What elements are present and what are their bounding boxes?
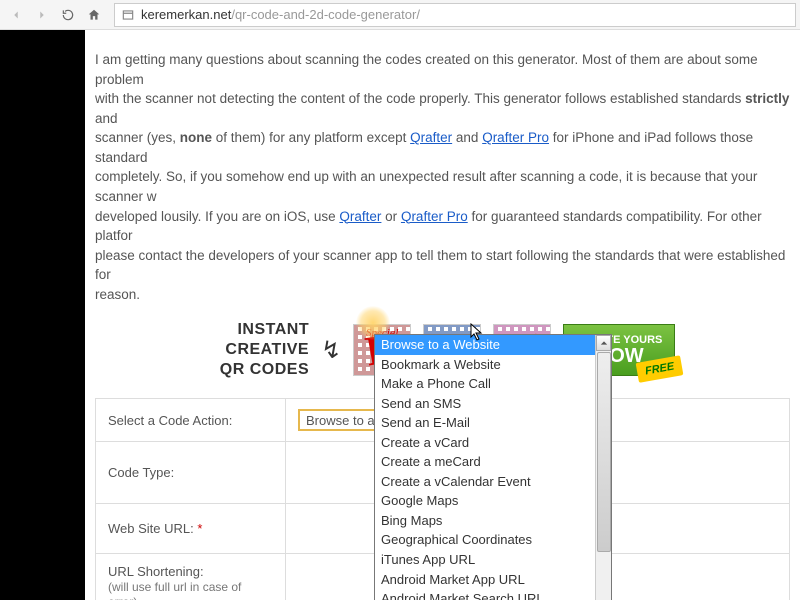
arrow-icon: ↯ — [321, 336, 341, 365]
intro-text: completely. So, if you somehow end up wi… — [95, 169, 757, 204]
main-content: I am getting many questions about scanni… — [85, 30, 800, 600]
dropdown-option[interactable]: Android Market App URL — [375, 570, 611, 590]
dropdown-option[interactable]: Bing Maps — [375, 511, 611, 531]
label-url-shortening: URL Shortening:(will use full url in cas… — [96, 554, 286, 600]
forward-button[interactable] — [30, 3, 54, 27]
back-button[interactable] — [4, 3, 28, 27]
label-code-type: Code Type: — [96, 442, 286, 504]
intro-text: with the scanner not detecting the conte… — [95, 91, 745, 106]
intro-text: scanner (yes, — [95, 130, 180, 145]
url-path: /qr-code-and-2d-code-generator/ — [231, 7, 420, 22]
reload-button[interactable] — [56, 3, 80, 27]
intro-paragraph: I am getting many questions about scanni… — [95, 50, 800, 304]
label-text: Web Site URL: — [108, 521, 197, 536]
intro-text: of them) for any platform except — [212, 130, 410, 145]
banner-line: CREATIVE — [225, 341, 309, 358]
dropdown-option[interactable]: Geographical Coordinates — [375, 530, 611, 550]
intro-text: I am getting many questions about scanni… — [95, 52, 758, 87]
banner-line: QR CODES — [220, 361, 309, 378]
intro-text: please contact the developers of your sc… — [95, 248, 785, 283]
dropdown-option[interactable]: Create a vCard — [375, 433, 611, 453]
dropdown-option[interactable]: Browse to a Website — [375, 335, 611, 355]
dropdown-option[interactable]: Bookmark a Website — [375, 355, 611, 375]
left-sidebar — [0, 30, 85, 600]
required-marker: * — [197, 521, 202, 536]
url-bar[interactable]: keremerkan.net/qr-code-and-2d-code-gener… — [114, 3, 796, 27]
intro-bold: strictly — [745, 91, 789, 106]
dropdown-option[interactable]: Create a meCard — [375, 452, 611, 472]
link-qrafter-pro[interactable]: Qrafter Pro — [482, 130, 549, 145]
code-action-dropdown: Browse to a WebsiteBookmark a WebsiteMak… — [374, 334, 612, 600]
scroll-thumb[interactable] — [597, 352, 611, 552]
dropdown-option[interactable]: Make a Phone Call — [375, 374, 611, 394]
intro-text: developed lousily. If you are on iOS, us… — [95, 209, 339, 224]
dropdown-option[interactable]: iTunes App URL — [375, 550, 611, 570]
dropdown-option[interactable]: Create a vCalendar Event — [375, 472, 611, 492]
dropdown-option[interactable]: Android Market Search URL — [375, 589, 611, 600]
browser-toolbar: keremerkan.net/qr-code-and-2d-code-gener… — [0, 0, 800, 30]
dropdown-option[interactable]: Google Maps — [375, 491, 611, 511]
intro-text: and — [452, 130, 482, 145]
scroll-up-button[interactable] — [596, 335, 611, 351]
label-code-action: Select a Code Action: — [96, 399, 286, 442]
dropdown-option[interactable]: Send an E-Mail — [375, 413, 611, 433]
intro-text: or — [381, 209, 401, 224]
banner-line: INSTANT — [237, 321, 309, 338]
label-text: URL Shortening: — [108, 564, 204, 579]
home-button[interactable] — [82, 3, 106, 27]
dropdown-list: Browse to a WebsiteBookmark a WebsiteMak… — [375, 335, 611, 600]
dropdown-option[interactable]: Send an SMS — [375, 394, 611, 414]
label-website-url: Web Site URL: * — [96, 504, 286, 554]
banner-text: INSTANT CREATIVE QR CODES — [220, 320, 309, 380]
link-qrafter[interactable]: Qrafter — [339, 209, 381, 224]
link-qrafter[interactable]: Qrafter — [410, 130, 452, 145]
dropdown-scrollbar[interactable] — [595, 335, 611, 600]
intro-text: and — [95, 111, 118, 126]
intro-text: reason. — [95, 287, 140, 302]
url-host: keremerkan.net — [141, 7, 231, 22]
intro-bold: none — [180, 130, 212, 145]
label-sub: (will use full url in case of error) — [108, 580, 241, 600]
link-qrafter-pro[interactable]: Qrafter Pro — [401, 209, 468, 224]
